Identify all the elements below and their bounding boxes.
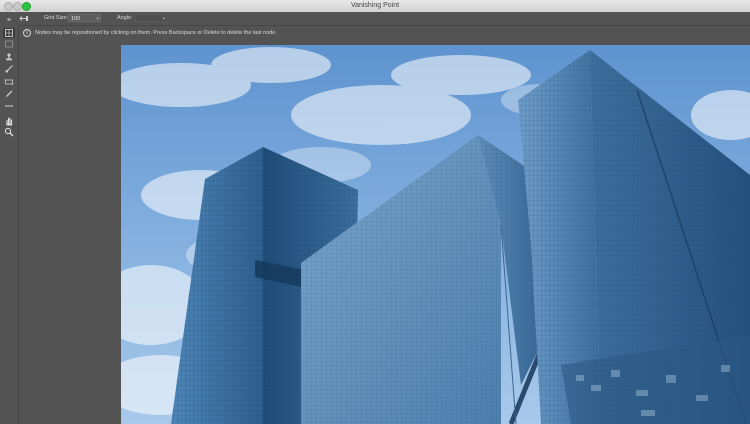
- measure-tool[interactable]: [3, 101, 15, 111]
- eyedropper-tool[interactable]: [3, 89, 15, 99]
- marquee-icon: [5, 40, 13, 48]
- transform-tool[interactable]: [3, 77, 15, 87]
- tools-panel: ⌖: [0, 15, 19, 424]
- info-bar: i Nodes may be repositioned by clicking …: [19, 26, 750, 41]
- zoom-tool[interactable]: [3, 127, 15, 137]
- stamp-icon: [6, 53, 12, 61]
- grid-size-field[interactable]: 100 ▾: [68, 14, 101, 22]
- create-plane-tool[interactable]: [3, 28, 15, 38]
- image-canvas[interactable]: [121, 45, 750, 424]
- chevron-down-icon: ▾: [162, 16, 165, 22]
- skyscrapers-photo: [121, 45, 750, 424]
- edit-plane-tool[interactable]: ⌖: [3, 15, 15, 25]
- hand-icon: [6, 117, 13, 126]
- zoom-icon: [4, 127, 14, 137]
- window-title: Vanishing Point: [350, 2, 400, 9]
- plane-options-icon[interactable]: [19, 14, 29, 23]
- measure-icon: [5, 105, 13, 107]
- chevron-down-icon: ▾: [96, 16, 99, 22]
- create-plane-icon: [5, 29, 13, 37]
- brush-tool[interactable]: [3, 64, 15, 74]
- marquee-tool[interactable]: [3, 39, 15, 49]
- info-icon: i: [23, 29, 31, 37]
- eyedropper-icon: [6, 90, 13, 97]
- options-bar: Grid Size: 100 ▾ Angle: ▾: [0, 12, 750, 26]
- edit-plane-icon: ⌖: [6, 15, 12, 24]
- info-message: Nodes may be repositioned by clicking on…: [35, 30, 277, 36]
- angle-field[interactable]: ▾: [135, 14, 167, 22]
- angle-label: Angle:: [117, 15, 133, 21]
- hand-tool[interactable]: [3, 116, 15, 126]
- stamp-tool[interactable]: [3, 52, 15, 62]
- grid-size-label: Grid Size:: [44, 15, 69, 21]
- grid-size-value: 100: [71, 16, 81, 22]
- brush-icon: [5, 65, 13, 73]
- transform-icon: [4, 79, 14, 85]
